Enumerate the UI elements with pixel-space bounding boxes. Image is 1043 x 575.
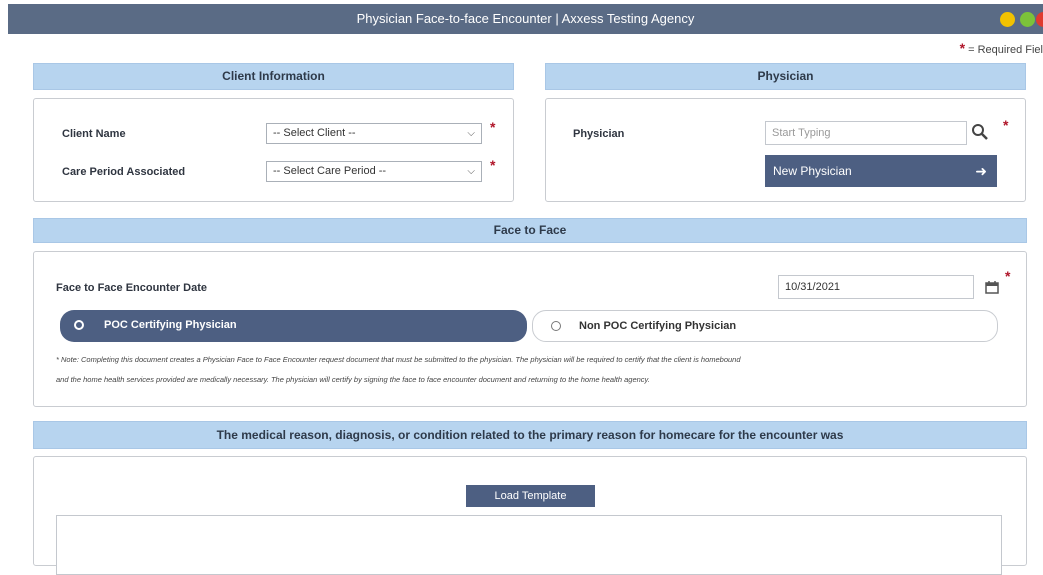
- load-template-button[interactable]: Load Template: [466, 485, 595, 507]
- face-to-face-panel: Face to Face Encounter Date 10/31/2021 *…: [33, 251, 1027, 407]
- chevron-down-icon: ⌵: [467, 128, 475, 139]
- non-poc-certifying-physician-option[interactable]: Non POC Certifying Physician: [532, 310, 998, 342]
- arrow-right-icon: ➜: [975, 163, 987, 179]
- poc-certifying-physician-option[interactable]: POC Certifying Physician: [60, 310, 527, 342]
- medical-reason-header: The medical reason, diagnosis, or condit…: [33, 421, 1027, 449]
- minimize-button[interactable]: [1000, 12, 1015, 27]
- radio-selected-icon: [74, 320, 84, 330]
- physician-label: Physician: [573, 128, 625, 140]
- required-fields-note: * = Required Fiel: [959, 40, 1043, 56]
- close-button[interactable]: [1036, 12, 1043, 27]
- chevron-down-icon: ⌵: [467, 166, 475, 177]
- required-star: *: [490, 119, 496, 135]
- window-title: Physician Face-to-face Encounter | Axxes…: [356, 11, 695, 26]
- client-select[interactable]: -- Select Client -- ⌵: [266, 123, 482, 144]
- medical-reason-textarea[interactable]: [56, 515, 1002, 575]
- physician-search-input[interactable]: Start Typing: [765, 121, 967, 145]
- required-star: *: [490, 157, 496, 173]
- encounter-date-label: Face to Face Encounter Date: [56, 282, 207, 294]
- physician-panel: Physician Start Typing * New Physician ➜: [545, 98, 1026, 202]
- face-to-face-note: * Note: Completing this document creates…: [56, 355, 741, 384]
- calendar-icon[interactable]: [985, 280, 999, 294]
- client-information-panel: Client Name -- Select Client -- ⌵ * Care…: [33, 98, 514, 202]
- encounter-date-input[interactable]: 10/31/2021: [778, 275, 974, 299]
- search-icon[interactable]: [971, 123, 989, 141]
- required-star: *: [1005, 268, 1011, 284]
- client-name-label: Client Name: [62, 128, 126, 140]
- face-to-face-header: Face to Face: [33, 218, 1027, 243]
- new-physician-button[interactable]: New Physician ➜: [765, 155, 997, 187]
- maximize-button[interactable]: [1020, 12, 1035, 27]
- radio-unselected-icon: [551, 321, 561, 331]
- window-title-bar: Physician Face-to-face Encounter | Axxes…: [8, 4, 1043, 34]
- client-information-header: Client Information: [33, 63, 514, 90]
- required-star: *: [1003, 117, 1009, 133]
- physician-header: Physician: [545, 63, 1026, 90]
- medical-reason-panel: Load Template: [33, 456, 1027, 575]
- care-period-select[interactable]: -- Select Care Period -- ⌵: [266, 161, 482, 182]
- care-period-label: Care Period Associated: [62, 166, 186, 178]
